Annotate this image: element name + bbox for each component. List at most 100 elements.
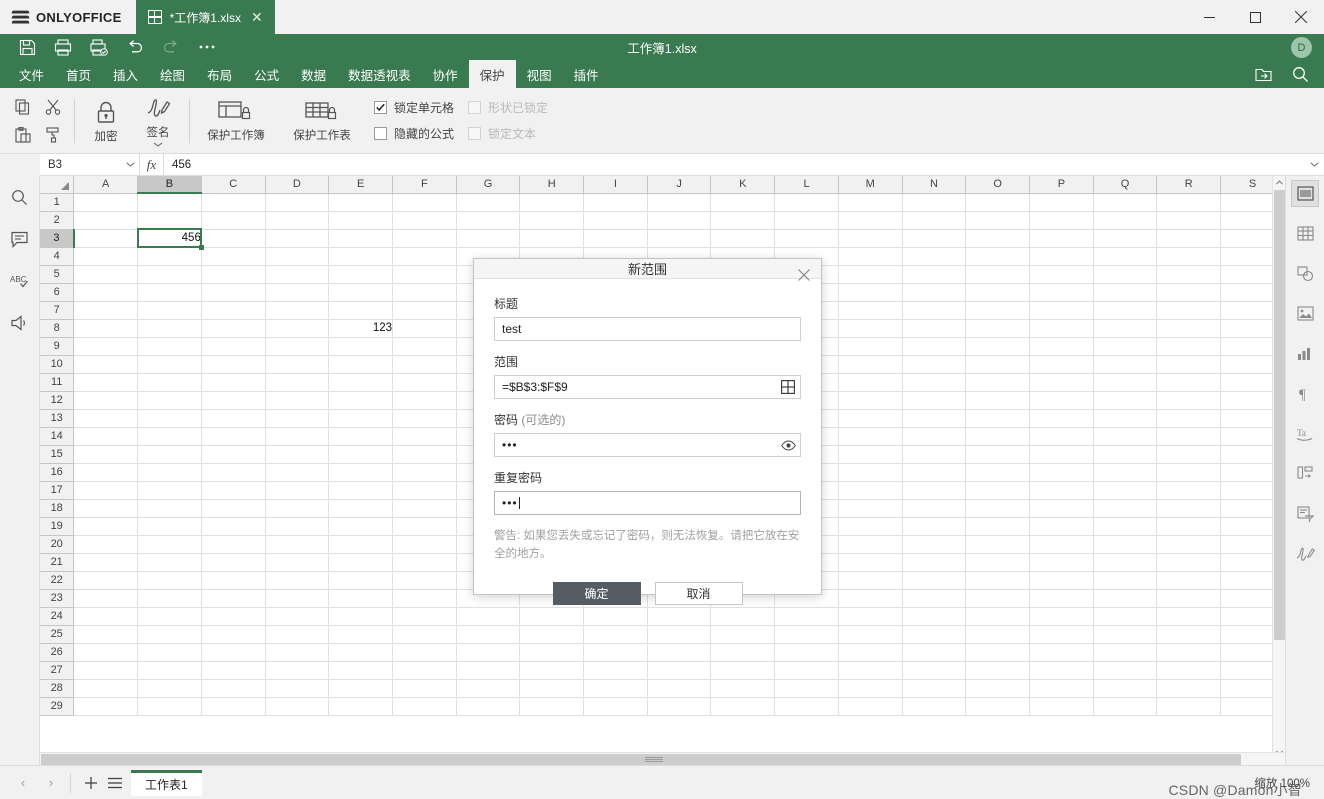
menu-item-view[interactable]: 视图 <box>516 60 563 88</box>
cell-P27[interactable] <box>1029 661 1094 680</box>
cell-F19[interactable] <box>392 517 457 536</box>
cell-L27[interactable] <box>774 661 839 680</box>
close-button[interactable] <box>1278 0 1324 34</box>
column-header-E[interactable]: E <box>328 176 394 194</box>
cell-P25[interactable] <box>1029 625 1094 644</box>
cell-I3[interactable] <box>583 229 648 248</box>
cell-O14[interactable] <box>965 427 1031 446</box>
cell-P4[interactable] <box>1029 247 1094 266</box>
cell-M14[interactable] <box>838 427 903 446</box>
menu-item-insert[interactable]: 插入 <box>102 60 149 88</box>
cell-O8[interactable] <box>965 319 1031 338</box>
cell-E28[interactable] <box>328 679 394 698</box>
horizontal-scroll-thumb[interactable] <box>41 754 1241 765</box>
cell-O17[interactable] <box>965 481 1031 500</box>
cell-I26[interactable] <box>583 643 648 662</box>
cell-M18[interactable] <box>838 499 903 518</box>
cell-Q14[interactable] <box>1093 427 1158 446</box>
cell-N11[interactable] <box>902 373 967 392</box>
cell-H27[interactable] <box>519 661 585 680</box>
cell-A6[interactable] <box>73 283 139 302</box>
quick-print-icon[interactable] <box>82 34 116 60</box>
cell-D12[interactable] <box>265 391 330 410</box>
cell-C5[interactable] <box>201 265 266 284</box>
cell-B26[interactable] <box>137 643 202 662</box>
cell-A2[interactable] <box>73 211 139 230</box>
cell-G25[interactable] <box>456 625 521 644</box>
protect-workbook-button[interactable]: 保护工作簿 <box>198 98 274 143</box>
cell-A29[interactable] <box>73 697 139 716</box>
cell-E18[interactable] <box>328 499 394 518</box>
cell-I1[interactable] <box>583 193 648 212</box>
cell-M28[interactable] <box>838 679 903 698</box>
cell-M21[interactable] <box>838 553 903 572</box>
cell-J29[interactable] <box>647 697 712 716</box>
cut-icon[interactable] <box>40 94 66 120</box>
row-header-6[interactable]: 6 <box>40 283 75 302</box>
cell-K26[interactable] <box>710 643 776 662</box>
cell-P11[interactable] <box>1029 373 1094 392</box>
cell-E26[interactable] <box>328 643 394 662</box>
cell-D29[interactable] <box>265 697 330 716</box>
cell-Q8[interactable] <box>1093 319 1158 338</box>
cell-E27[interactable] <box>328 661 394 680</box>
cell-L24[interactable] <box>774 607 839 626</box>
cell-G2[interactable] <box>456 211 521 230</box>
cell-A15[interactable] <box>73 445 139 464</box>
cell-F9[interactable] <box>392 337 457 356</box>
minimize-button[interactable] <box>1186 0 1232 34</box>
cell-P29[interactable] <box>1029 697 1094 716</box>
cell-H29[interactable] <box>519 697 585 716</box>
image-settings-icon[interactable] <box>1291 300 1319 327</box>
cell-C2[interactable] <box>201 211 266 230</box>
row-header-3[interactable]: 3 <box>40 229 75 248</box>
cell-B16[interactable] <box>137 463 202 482</box>
cell-C13[interactable] <box>201 409 266 428</box>
cell-O29[interactable] <box>965 697 1031 716</box>
horizontal-scrollbar[interactable] <box>40 752 1285 765</box>
scroll-up-icon[interactable] <box>1273 176 1286 189</box>
row-header-20[interactable]: 20 <box>40 535 75 554</box>
cell-H2[interactable] <box>519 211 585 230</box>
cell-Q2[interactable] <box>1093 211 1158 230</box>
cell-R10[interactable] <box>1156 355 1222 374</box>
cell-J25[interactable] <box>647 625 712 644</box>
cell-D28[interactable] <box>265 679 330 698</box>
cell-D24[interactable] <box>265 607 330 626</box>
column-header-L[interactable]: L <box>774 176 839 194</box>
tab-close-icon[interactable]: ✕ <box>249 10 265 24</box>
cell-D14[interactable] <box>265 427 330 446</box>
feedback-icon[interactable] <box>5 308 35 338</box>
cell-O21[interactable] <box>965 553 1031 572</box>
cell-N20[interactable] <box>902 535 967 554</box>
cell-C16[interactable] <box>201 463 266 482</box>
cell-J26[interactable] <box>647 643 712 662</box>
cell-P14[interactable] <box>1029 427 1094 446</box>
cell-F22[interactable] <box>392 571 457 590</box>
cell-N9[interactable] <box>902 337 967 356</box>
cell-C21[interactable] <box>201 553 266 572</box>
cell-F29[interactable] <box>392 697 457 716</box>
cell-O3[interactable] <box>965 229 1031 248</box>
cell-B9[interactable] <box>137 337 202 356</box>
row-header-24[interactable]: 24 <box>40 607 75 626</box>
menu-item-draw[interactable]: 绘图 <box>149 60 196 88</box>
cell-F20[interactable] <box>392 535 457 554</box>
cell-B19[interactable] <box>137 517 202 536</box>
cell-R2[interactable] <box>1156 211 1222 230</box>
formula-input[interactable]: 456 <box>164 159 1304 171</box>
cell-F14[interactable] <box>392 427 457 446</box>
cell-B18[interactable] <box>137 499 202 518</box>
cell-H25[interactable] <box>519 625 585 644</box>
cell-N6[interactable] <box>902 283 967 302</box>
cell-R20[interactable] <box>1156 535 1222 554</box>
cell-L26[interactable] <box>774 643 839 662</box>
cell-R14[interactable] <box>1156 427 1222 446</box>
next-sheet-icon[interactable]: › <box>40 772 62 794</box>
add-sheet-icon[interactable] <box>79 771 103 795</box>
cell-Q7[interactable] <box>1093 301 1158 320</box>
cell-P17[interactable] <box>1029 481 1094 500</box>
menu-item-file[interactable]: 文件 <box>8 60 55 88</box>
cell-settings-icon[interactable] <box>1291 180 1319 207</box>
cell-B1[interactable] <box>137 193 202 212</box>
